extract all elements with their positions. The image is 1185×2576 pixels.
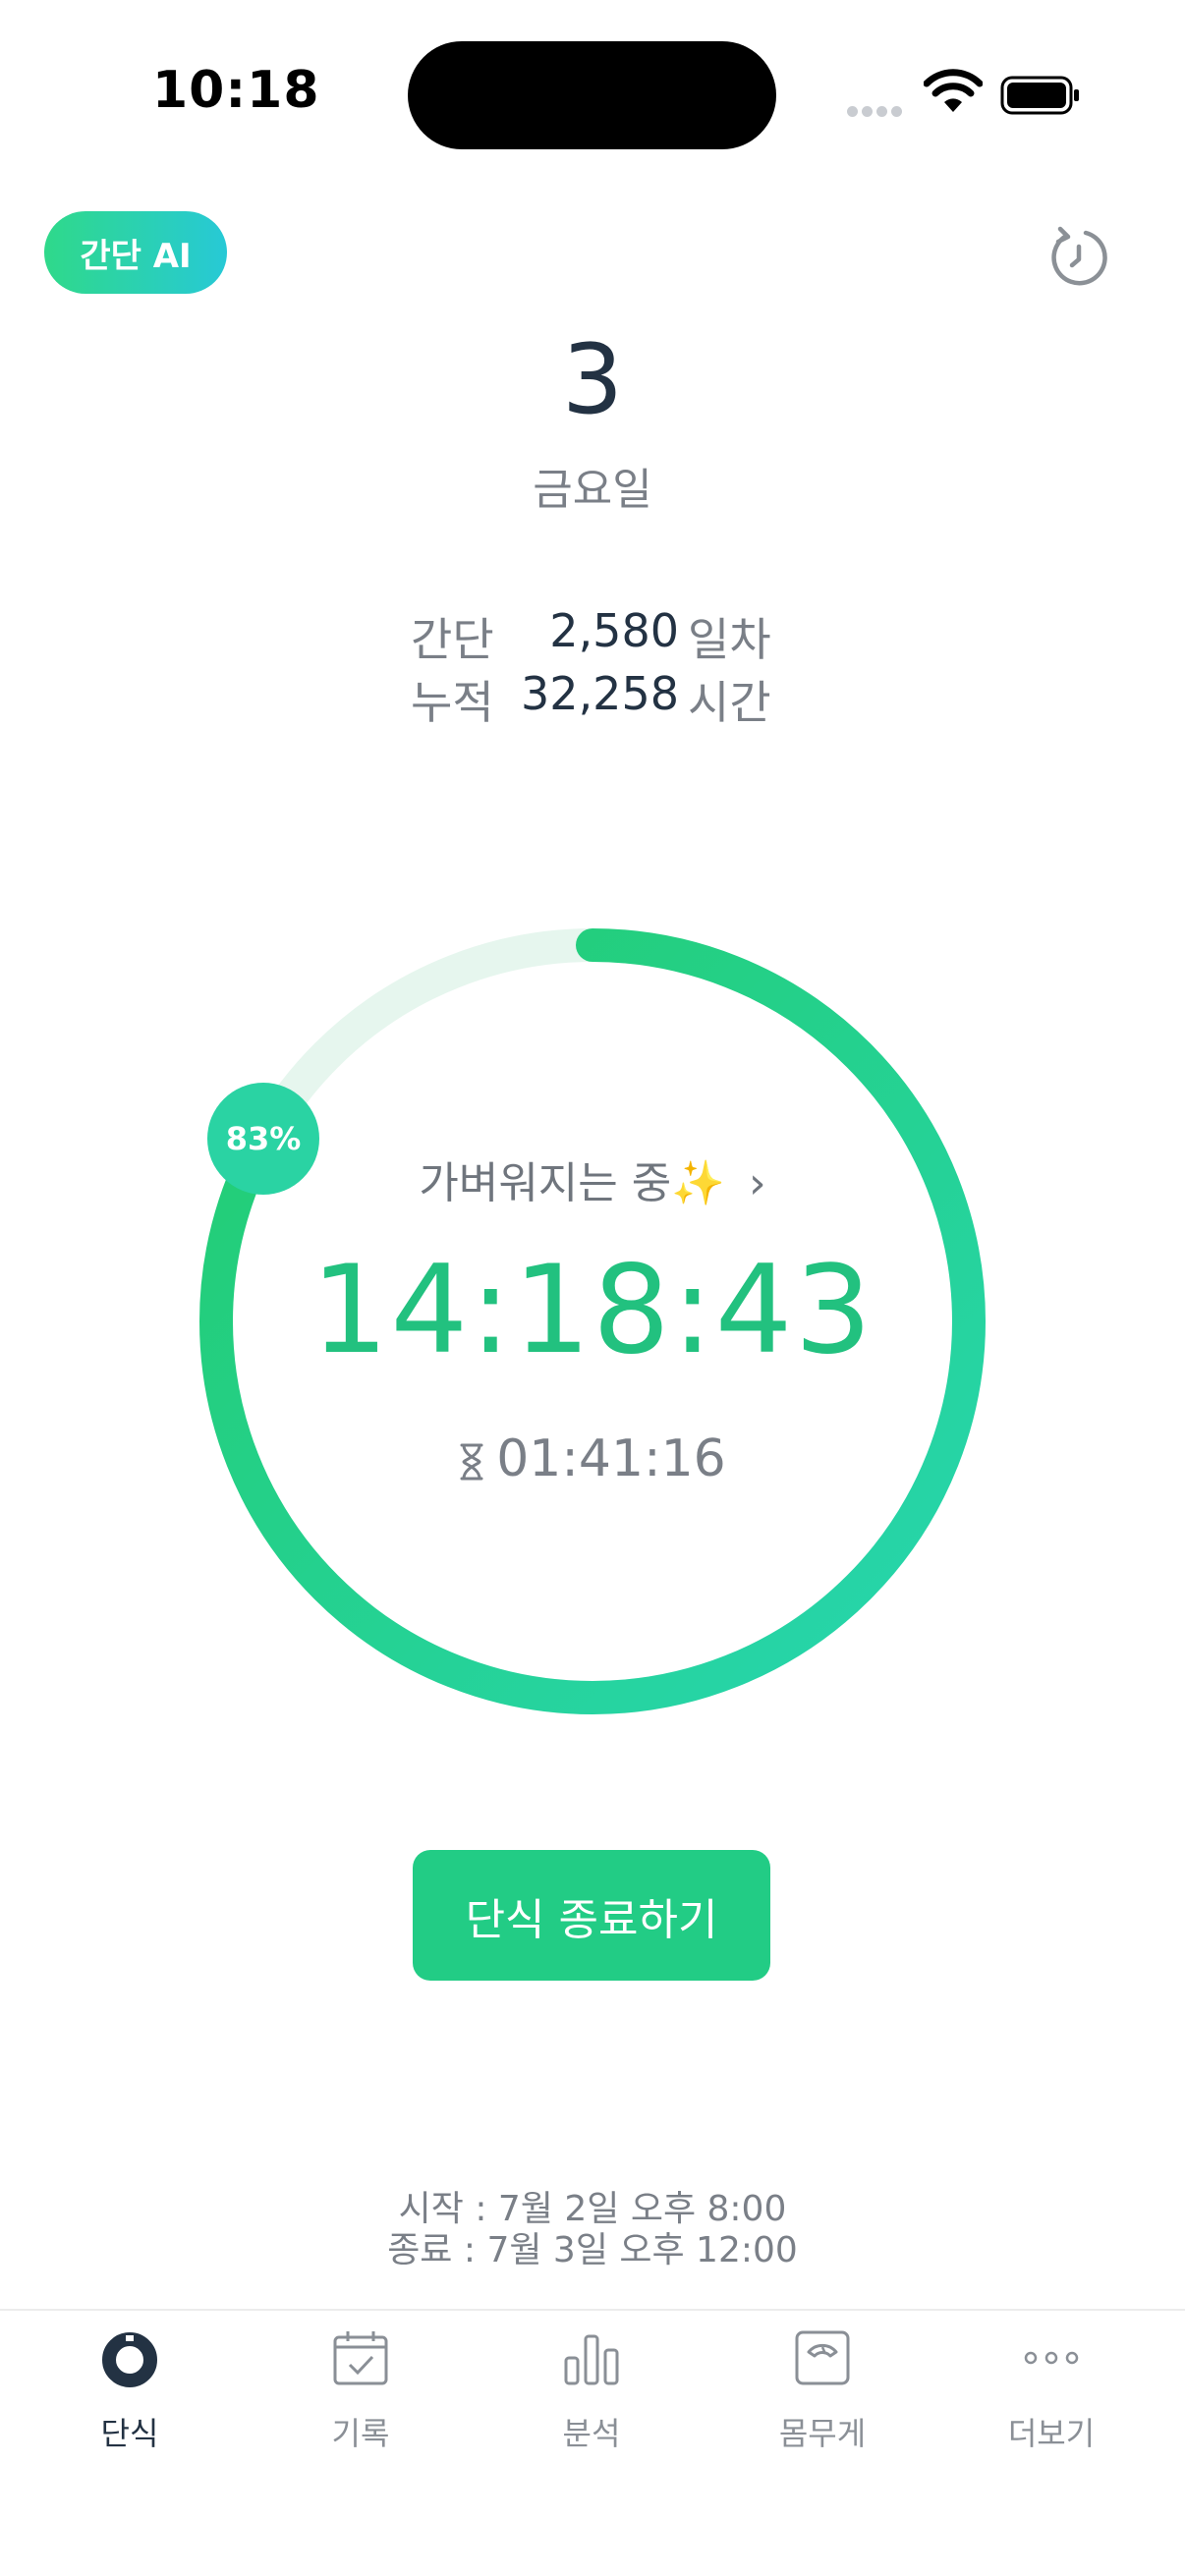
- tab-label: 더보기: [1007, 2415, 1096, 2452]
- end-fasting-button[interactable]: 단식 종료하기: [413, 1850, 770, 1981]
- hourglass-icon: [460, 1443, 483, 1481]
- fasting-phase-link[interactable]: 가벼워지는 중✨ ›: [0, 1148, 1185, 1210]
- wifi-icon: [924, 69, 983, 112]
- bar-chart-icon: [564, 2334, 619, 2385]
- history-icon[interactable]: [1044, 223, 1113, 292]
- ai-badge-button[interactable]: 간단 AI: [44, 211, 227, 294]
- stat-value: 32,258: [521, 667, 679, 720]
- date-weekday: 금요일: [533, 465, 652, 515]
- stat-row-hours: 누적 32,258 시간: [0, 667, 1185, 730]
- fasting-schedule: 시작 : 7월 2일 오후 8:00 종료 : 7월 3일 오후 12:00: [0, 2189, 1185, 2271]
- tab-fasting[interactable]: 단식: [31, 2328, 228, 2456]
- chevron-right-icon: ›: [749, 1158, 766, 1208]
- scale-icon: [795, 2330, 850, 2385]
- remaining-time: 01:41:16: [496, 1429, 726, 1488]
- fasting-phase-label: 가벼워지는 중✨: [419, 1158, 726, 1208]
- stat-row-days: 간단 2,580 일차: [0, 604, 1185, 667]
- start-time: 시작 : 7월 2일 오후 8:00: [398, 2189, 787, 2229]
- fasting-ring-icon: [102, 2332, 157, 2387]
- calendar-check-icon: [333, 2331, 388, 2385]
- tab-analysis[interactable]: 분석: [493, 2328, 690, 2456]
- stat-unit: 일차: [688, 613, 771, 666]
- stat-label: 간단: [411, 613, 494, 666]
- status-time: 10:18: [152, 61, 320, 120]
- dynamic-island: [408, 41, 776, 149]
- tab-bar-divider: [0, 2309, 1185, 2311]
- elapsed-timer: 14:18:43: [310, 1240, 875, 1381]
- remaining-timer: 01:41:16: [0, 1429, 1185, 1488]
- tab-weight[interactable]: 몸무게: [724, 2328, 921, 2456]
- stat-label: 누적: [411, 676, 494, 729]
- tab-label: 몸무게: [778, 2415, 867, 2452]
- tab-more[interactable]: 더보기: [953, 2328, 1150, 2456]
- tab-records[interactable]: 기록: [262, 2328, 459, 2456]
- stat-unit: 시간: [688, 676, 771, 729]
- date-day: 3: [561, 324, 624, 436]
- tab-label: 단식: [100, 2415, 159, 2452]
- cellular-signal-icon: [847, 102, 906, 121]
- more-dots-icon: [1024, 2351, 1079, 2365]
- tab-label: 기록: [331, 2415, 390, 2452]
- battery-icon: [1000, 76, 1079, 115]
- stat-value: 2,580: [549, 604, 679, 657]
- tab-label: 분석: [562, 2415, 621, 2452]
- end-time: 종료 : 7월 3일 오후 12:00: [387, 2230, 798, 2270]
